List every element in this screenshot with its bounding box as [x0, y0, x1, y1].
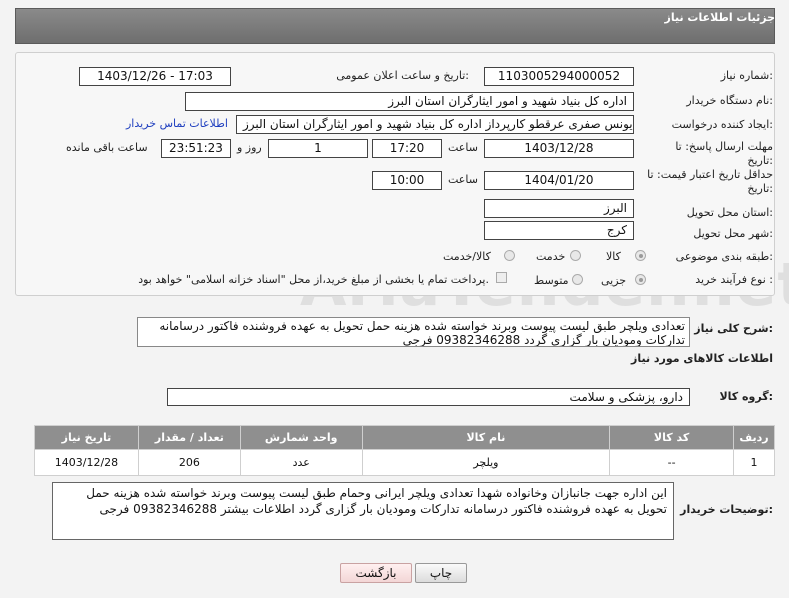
category-goods-service-label: کالا/خدمت — [443, 250, 491, 263]
table-header-row: تاریخ نیاز تعداد / مقدار واحد شمارش نام … — [34, 425, 776, 450]
goods-section-title: اطلاعات کالاهای مورد نیاز — [631, 352, 773, 365]
cell-need-date: 1403/12/28 — [34, 449, 139, 476]
goods-group-field[interactable]: دارو، پزشکی و سلامت — [167, 388, 690, 406]
print-button[interactable]: چاپ — [415, 563, 467, 583]
province-field[interactable]: البرز — [484, 199, 634, 218]
cell-unit: عدد — [239, 449, 363, 476]
purchase-medium-label: متوسط — [534, 274, 569, 287]
cell-row-number: 1 — [732, 449, 776, 476]
category-service-radio[interactable] — [570, 250, 581, 261]
purchase-medium-radio[interactable] — [572, 274, 583, 285]
days-label: روز و — [237, 141, 262, 154]
reply-deadline-label: مهلت ارسال پاسخ: تا تاریخ: — [675, 140, 773, 167]
city-field[interactable]: کرج — [484, 221, 634, 240]
category-goods-service-radio[interactable] — [504, 250, 515, 261]
col-need-date: تاریخ نیاز — [34, 425, 139, 450]
need-number-field[interactable]: 1103005294000052 — [484, 67, 634, 86]
reply-days-field[interactable]: 1 — [268, 139, 368, 158]
buyer-org-field[interactable]: اداره کل بنیاد شهید و امور ایثارگران است… — [185, 92, 634, 111]
purchase-partial-radio[interactable] — [635, 274, 646, 285]
goods-group-label: گروه کالا: — [719, 390, 773, 403]
goods-table: تاریخ نیاز تعداد / مقدار واحد شمارش نام … — [34, 425, 776, 476]
city-label: شهر محل تحویل: — [693, 227, 773, 240]
buyer-notes-label: توضیحات خریدار: — [680, 503, 773, 516]
table-row[interactable]: 1403/12/28 206 عدد ویلچر -- 1 — [34, 449, 776, 476]
col-unit: واحد شمارش — [239, 425, 363, 450]
col-row: ردیف — [732, 425, 776, 450]
remaining-label: ساعت باقی مانده — [66, 141, 148, 154]
price-validity-time-field[interactable]: 10:00 — [372, 171, 442, 190]
buyer-org-label: نام دستگاه خریدار: — [686, 94, 773, 107]
remaining-time-field[interactable]: 23:51:23 — [161, 139, 231, 158]
reply-time-label: ساعت — [448, 141, 478, 154]
page-title: جزئیات اطلاعات نیاز — [664, 11, 776, 24]
cell-item-code: -- — [609, 449, 734, 476]
treasury-payment-checkbox[interactable] — [496, 272, 507, 283]
col-quantity: تعداد / مقدار — [137, 425, 241, 450]
announce-datetime-field[interactable]: 1403/12/26 - 17:03 — [79, 67, 231, 86]
category-service-label: خدمت — [536, 250, 566, 263]
price-validity-label: حداقل تاریخ اعتبار قیمت: تا تاریخ: — [647, 168, 773, 195]
purchase-type-label: نوع فرآیند خرید : — [695, 273, 773, 286]
cell-item-name: ویلچر — [361, 449, 611, 476]
price-validity-time-label: ساعت — [448, 173, 478, 186]
buyer-notes-textarea[interactable]: این اداره جهت جانبازان وخانواده شهدا تعد… — [52, 482, 674, 540]
category-goods-label: کالا — [606, 250, 621, 263]
category-label: طبقه بندی موضوعی: — [675, 250, 773, 263]
requester-field[interactable]: یونس صفری عرقطو کارپرداز اداره کل بنیاد … — [236, 115, 634, 134]
category-goods-radio[interactable] — [635, 250, 646, 261]
col-item-code: کد کالا — [609, 425, 734, 450]
price-validity-date-field[interactable]: 1404/01/20 — [484, 171, 634, 190]
back-button[interactable]: بازگشت — [340, 563, 412, 583]
reply-time-field[interactable]: 17:20 — [372, 139, 442, 158]
requester-label: ایجاد کننده درخواست: — [671, 118, 773, 131]
col-item-name: نام کالا — [361, 425, 611, 450]
province-label: استان محل تحویل: — [686, 206, 773, 219]
description-textarea[interactable]: تعدادی ویلچر طبق لیست پیوست وبرند خواسته… — [137, 317, 690, 347]
reply-date-field[interactable]: 1403/12/28 — [484, 139, 634, 158]
announce-datetime-label: تاریخ و ساعت اعلان عمومی: — [336, 69, 469, 82]
page-header — [15, 8, 775, 44]
need-number-label: شماره نیاز: — [720, 69, 773, 82]
treasury-payment-note: پرداخت تمام یا بخشی از مبلغ خرید،از محل … — [138, 273, 489, 286]
purchase-partial-label: جزیی — [601, 274, 627, 287]
cell-quantity: 206 — [137, 449, 241, 476]
buyer-contact-link[interactable]: اطلاعات تماس خریدار — [126, 117, 228, 130]
description-label: شرح کلی نیاز: — [694, 322, 773, 335]
